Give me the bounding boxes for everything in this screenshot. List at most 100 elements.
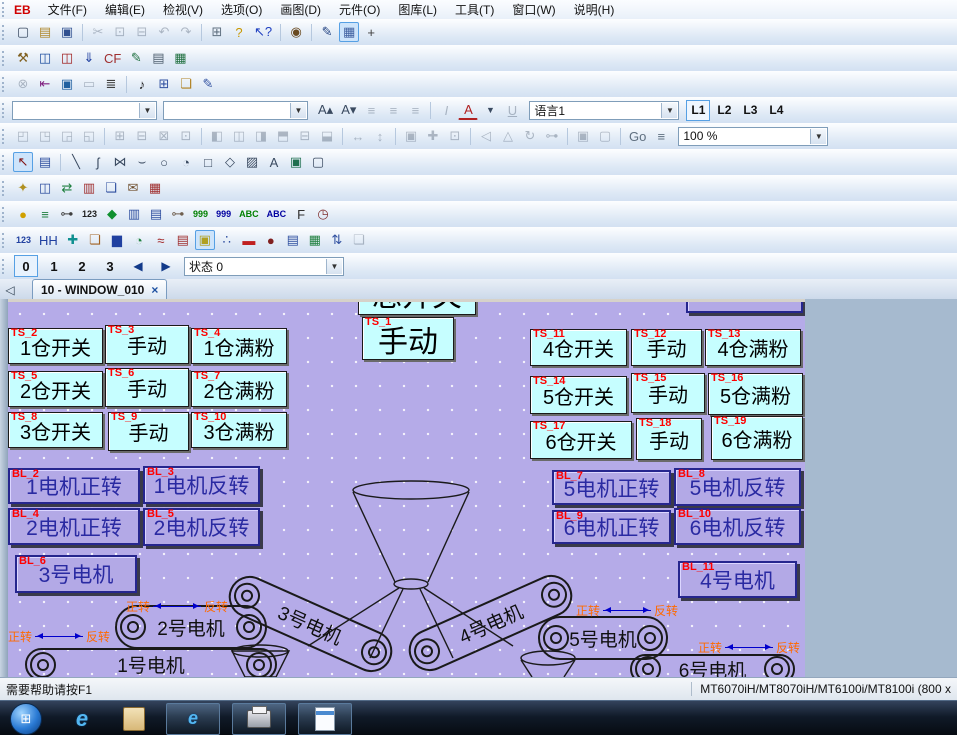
toggle-switch-ts_17[interactable]: TS_176仓开关 [530,421,632,459]
recipe-editor-icon[interactable]: ▦ [170,48,190,68]
line-tool-icon[interactable]: ╲ [66,152,86,172]
toggle-switch-ts_4[interactable]: TS_41仓满粉 [191,328,287,364]
calendar-grid-icon[interactable]: ▦ [145,178,165,198]
taskbar-ie-window[interactable]: e [166,703,220,735]
language-level-l2[interactable]: L2 [712,100,736,121]
snap-icon[interactable]: + [361,22,381,42]
state-combo[interactable]: 状态 0▼ [184,257,344,276]
toggle-switch-ts_5[interactable]: TS_52仓开关 [8,371,103,407]
state-button-1[interactable]: 1 [42,255,66,277]
toggle-switch-ts_18[interactable]: TS_18手动 [636,418,702,460]
tab-window-010[interactable]: 10 - WINDOW_010 × [32,279,167,299]
numeric-tag-icon[interactable]: 123 [13,230,34,250]
language-level-l3[interactable]: L3 [738,100,762,121]
bit-lamp-bl_11[interactable]: BL_114号电机 [678,561,797,598]
function-key-icon[interactable]: F [291,204,311,224]
menu-item-h[interactable]: 说明(H) [565,0,624,19]
font-shrink-icon[interactable]: A▾ [338,100,359,120]
scatter-xy-icon[interactable]: ∴ [217,230,237,250]
chevron-down-icon[interactable]: ▼ [290,103,306,118]
menu-item-v[interactable]: 检视(V) [154,0,212,19]
state-button-3[interactable]: 3 [98,255,122,277]
word-switch-icon[interactable]: 123 [79,204,100,224]
toggle-switch-ts_1[interactable]: TS_1手动 [362,317,454,360]
toggle-switch-ts_10[interactable]: TS_103仓满粉 [191,412,287,448]
bezier-tool-icon[interactable]: ʃ [88,152,108,172]
select-cursor-icon[interactable]: ↖ [13,152,33,172]
pen-icon[interactable]: ✎ [317,22,337,42]
help-icon[interactable]: ? [229,22,249,42]
taskbar-notes-icon[interactable] [114,704,154,734]
picture-tool-icon[interactable]: ▣ [286,152,306,172]
function-switch-icon[interactable]: ▥ [124,204,144,224]
group-library-icon[interactable]: ≣ [101,74,121,94]
toggle-switch-ts_15[interactable]: TS_15手动 [631,373,705,413]
macro-editor-icon[interactable]: ✎ [198,74,218,94]
bit-lamp-bl_9[interactable]: BL_96电机正转 [552,510,671,544]
bit-lamp-bl_10[interactable]: BL_106电机反转 [674,508,801,545]
bit-lamp-icon[interactable]: ● [13,204,33,224]
time-tag-icon[interactable]: HH [36,230,61,250]
find-icon[interactable]: ◉ [286,22,306,42]
tab-close-icon[interactable]: × [151,283,158,297]
key-object-icon[interactable]: ⊶ [168,204,188,224]
language-combo[interactable]: 语言1▼ [529,101,679,120]
menu-item-w[interactable]: 窗口(W) [503,0,564,19]
numeric-display-icon[interactable]: 999 [190,204,211,224]
grid-icon[interactable]: ▦ [339,22,359,42]
menu-item-f[interactable]: 文件(F) [39,0,96,19]
toggle-switch-ts_11[interactable]: TS_114仓开关 [530,329,627,366]
toolbar-grip[interactable] [2,207,8,222]
window-tree-icon[interactable]: ◫ [35,178,55,198]
animation-icon[interactable]: ❏ [85,230,105,250]
event-display-icon[interactable]: ▤ [283,230,303,250]
toolbar-grip[interactable] [2,155,8,170]
toolbar-grip[interactable] [2,129,8,144]
go-icon[interactable]: Go [626,126,649,146]
partial-button-top-right[interactable] [686,302,803,313]
toggle-switch-ts_8[interactable]: TS_83仓开关 [8,412,103,448]
toggle-switch-ts_16[interactable]: TS_165仓满粉 [708,373,803,415]
zoom-combo[interactable]: 100 %▼ [678,127,828,146]
window-object-icon[interactable]: ▤ [146,204,166,224]
polyline-tool-icon[interactable]: ⋈ [110,152,130,172]
bit-switch-icon[interactable]: ⊶ [57,204,77,224]
bit-lamp-bl_4[interactable]: BL_42电机正转 [8,508,140,545]
word-lamp-icon[interactable]: ≡ [35,204,55,224]
address-grid-icon[interactable]: ⊞ [154,74,174,94]
print-icon[interactable]: ⊞ [207,22,227,42]
toggle-switch-ts_3[interactable]: TS_3手动 [105,325,189,364]
font-enlarge-icon[interactable]: A▴ [315,100,336,120]
cf-card-icon[interactable]: CF [101,48,124,68]
state-prev-icon[interactable]: ◀ [126,255,150,277]
meter-display-icon[interactable]: ◔ [129,230,149,250]
set-bit-icon[interactable]: ◆ [102,204,122,224]
history-table-icon[interactable]: ▤ [173,230,193,250]
toolbar-grip[interactable] [2,77,8,92]
clipboard-time-icon[interactable]: ▥ [79,178,99,198]
menu-item-o[interactable]: 选项(O) [212,0,271,19]
menu-item-e[interactable]: 编辑(E) [96,0,154,19]
menu-item-o[interactable]: 元件(O) [330,0,389,19]
toggle-switch-ts_14[interactable]: TS_145仓开关 [530,376,627,414]
toggle-switch-ts_2[interactable]: TS_21仓开关 [8,328,103,364]
sound-library-icon[interactable]: ♪ [132,74,152,94]
toolbar-grip[interactable] [2,181,8,196]
menu-item-l[interactable]: 图库(L) [389,0,446,19]
bit-lamp-bl_5[interactable]: BL_52电机反转 [143,508,260,546]
offline-simulation-icon[interactable]: ◫ [57,48,77,68]
tab-scroll-left-icon[interactable]: ◁ [2,282,18,298]
bit-lamp-bl_7[interactable]: BL_75电机正转 [552,470,671,505]
address-library-icon[interactable]: ⇤ [35,74,55,94]
online-simulation-icon[interactable]: ◫ [35,48,55,68]
moving-shape-icon[interactable]: ✚ [63,230,83,250]
language-level-l4[interactable]: L4 [764,100,788,121]
toggle-switch-ts_12[interactable]: TS_12手动 [631,329,702,366]
bit-lamp-bl_6[interactable]: BL_63号电机 [15,555,137,593]
circle-tool-icon[interactable]: ○ [154,152,174,172]
pie-tool-icon[interactable]: ◔ [176,152,196,172]
toolbar-grip[interactable] [2,51,8,66]
language-translate-icon[interactable]: ⇄ [57,178,77,198]
menu-item-d[interactable]: 画图(D) [271,0,330,19]
toolbar-grip[interactable] [2,233,8,248]
